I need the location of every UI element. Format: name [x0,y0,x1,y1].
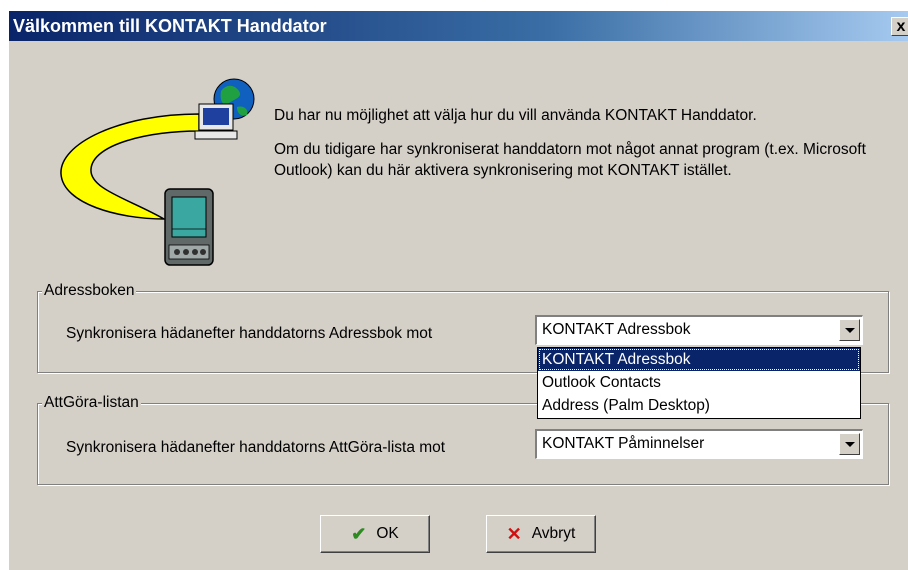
dropdown-option-kontakt-adressbok[interactable]: KONTAKT Adressbok [538,348,860,371]
intro-line-1: Du har nu möjlighet att välja hur du vil… [274,107,757,124]
todo-list-dropdown-button[interactable] [839,433,860,455]
cancel-button-label: Avbryt [531,525,576,542]
address-book-sync-label: Synkronisera hädanefter handdatorns Adre… [66,325,433,342]
ok-button[interactable]: ✔ OK [320,515,430,553]
x-mark-icon: ✕ [506,524,522,544]
globe-computer-icon [194,78,255,140]
intro-text: Du har nu möjlighet att välja hur du vil… [274,105,874,181]
address-book-selected-value: KONTAKT Adressbok [542,321,691,338]
ok-button-label: OK [376,525,399,542]
todo-list-legend: AttGöra-listan [42,393,141,413]
window-title: Välkommen till KONTAKT Handdator [13,16,327,36]
checkmark-icon: ✔ [351,524,367,544]
handheld-device-icon [164,188,214,266]
dropdown-option-address-palm-desktop[interactable]: Address (Palm Desktop) [538,394,860,417]
welcome-dialog: Välkommen till KONTAKT Handdator x Du ha… [8,10,908,570]
todo-list-select[interactable]: KONTAKT Påminnelser [535,429,863,459]
cancel-button[interactable]: ✕ Avbryt [486,515,596,553]
close-icon: x [896,18,906,35]
todo-list-sync-label: Synkronisera hädanefter handdatorns AttG… [66,439,446,456]
address-book-select[interactable]: KONTAKT Adressbok [535,315,863,345]
intro-line-2: Om du tidigare har synkroniserat handdat… [274,141,866,179]
dropdown-option-outlook-contacts[interactable]: Outlook Contacts [538,371,860,394]
todo-list-selected-value: KONTAKT Påminnelser [542,435,705,452]
address-book-legend: Adressboken [42,281,137,301]
title-bar[interactable]: Välkommen till KONTAKT Handdator x [9,11,908,41]
address-book-dropdown-button[interactable] [839,319,860,341]
sync-illustration [60,78,255,266]
address-book-dropdown-list: KONTAKT Adressbok Outlook Contacts Addre… [537,347,861,419]
close-button[interactable]: x [891,17,908,36]
